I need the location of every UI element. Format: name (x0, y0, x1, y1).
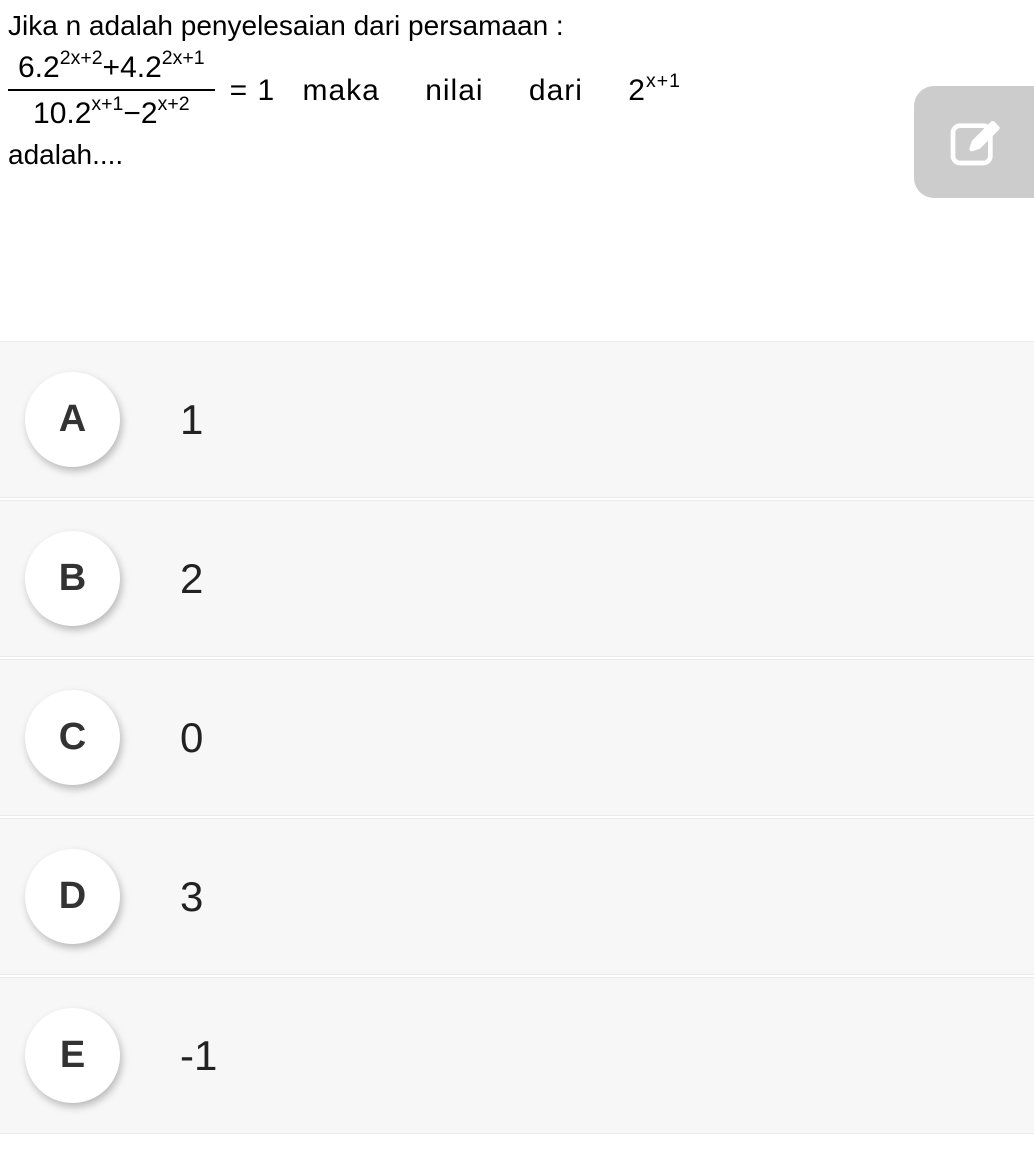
question-area: Jika n adalah penyelesaian dari persamaa… (0, 0, 1034, 171)
answer-label: E (25, 1008, 120, 1103)
word-maka: maka (303, 74, 380, 107)
answers-area: A 1 B 2 C 0 D 3 E -1 (0, 341, 1034, 1134)
den-minus: −2 (123, 97, 157, 130)
answer-option-d[interactable]: D 3 (0, 818, 1034, 975)
answer-option-e[interactable]: E -1 (0, 977, 1034, 1134)
num-plus: +4.2 (103, 51, 162, 84)
answer-option-a[interactable]: A 1 (0, 341, 1034, 498)
equals-text: = 1 (230, 74, 276, 107)
answer-option-c[interactable]: C 0 (0, 659, 1034, 816)
edit-icon (946, 114, 1002, 170)
equation: 6.22x+2+4.22x+1 10.2x+1−2x+2 = 1 maka ni… (8, 49, 1026, 131)
answer-text: -1 (180, 1032, 217, 1080)
denominator: 10.2x+1−2x+2 (23, 91, 200, 131)
den-term1-exp: x+1 (91, 93, 123, 115)
equation-rest: = 1 maka nilai dari 2x+1 (230, 72, 699, 108)
word-nilai: nilai (425, 74, 483, 107)
answer-text: 0 (180, 714, 203, 762)
answer-label: C (25, 690, 120, 785)
num-term2-exp: 2x+1 (162, 47, 205, 69)
answer-text: 1 (180, 396, 203, 444)
rhs-exp: x+1 (646, 70, 681, 92)
answer-label: D (25, 849, 120, 944)
rhs-expression: 2x+1 (628, 74, 681, 107)
word-dari: dari (529, 74, 583, 107)
rhs-base: 2 (628, 74, 646, 107)
answer-text: 2 (180, 555, 203, 603)
fraction: 6.22x+2+4.22x+1 10.2x+1−2x+2 (8, 49, 215, 131)
den-term2-exp: x+2 (158, 93, 190, 115)
answer-label: B (25, 531, 120, 626)
question-tail: adalah.... (8, 139, 1026, 171)
edit-button[interactable] (914, 86, 1034, 198)
den-term1-base: 10.2 (33, 97, 91, 130)
answer-text: 3 (180, 873, 203, 921)
answer-label: A (25, 372, 120, 467)
num-term1-exp: 2x+2 (60, 47, 103, 69)
answer-option-b[interactable]: B 2 (0, 500, 1034, 657)
num-term1-base: 6.2 (18, 51, 60, 84)
question-intro: Jika n adalah penyelesaian dari persamaa… (8, 8, 1026, 44)
numerator: 6.22x+2+4.22x+1 (8, 49, 215, 91)
